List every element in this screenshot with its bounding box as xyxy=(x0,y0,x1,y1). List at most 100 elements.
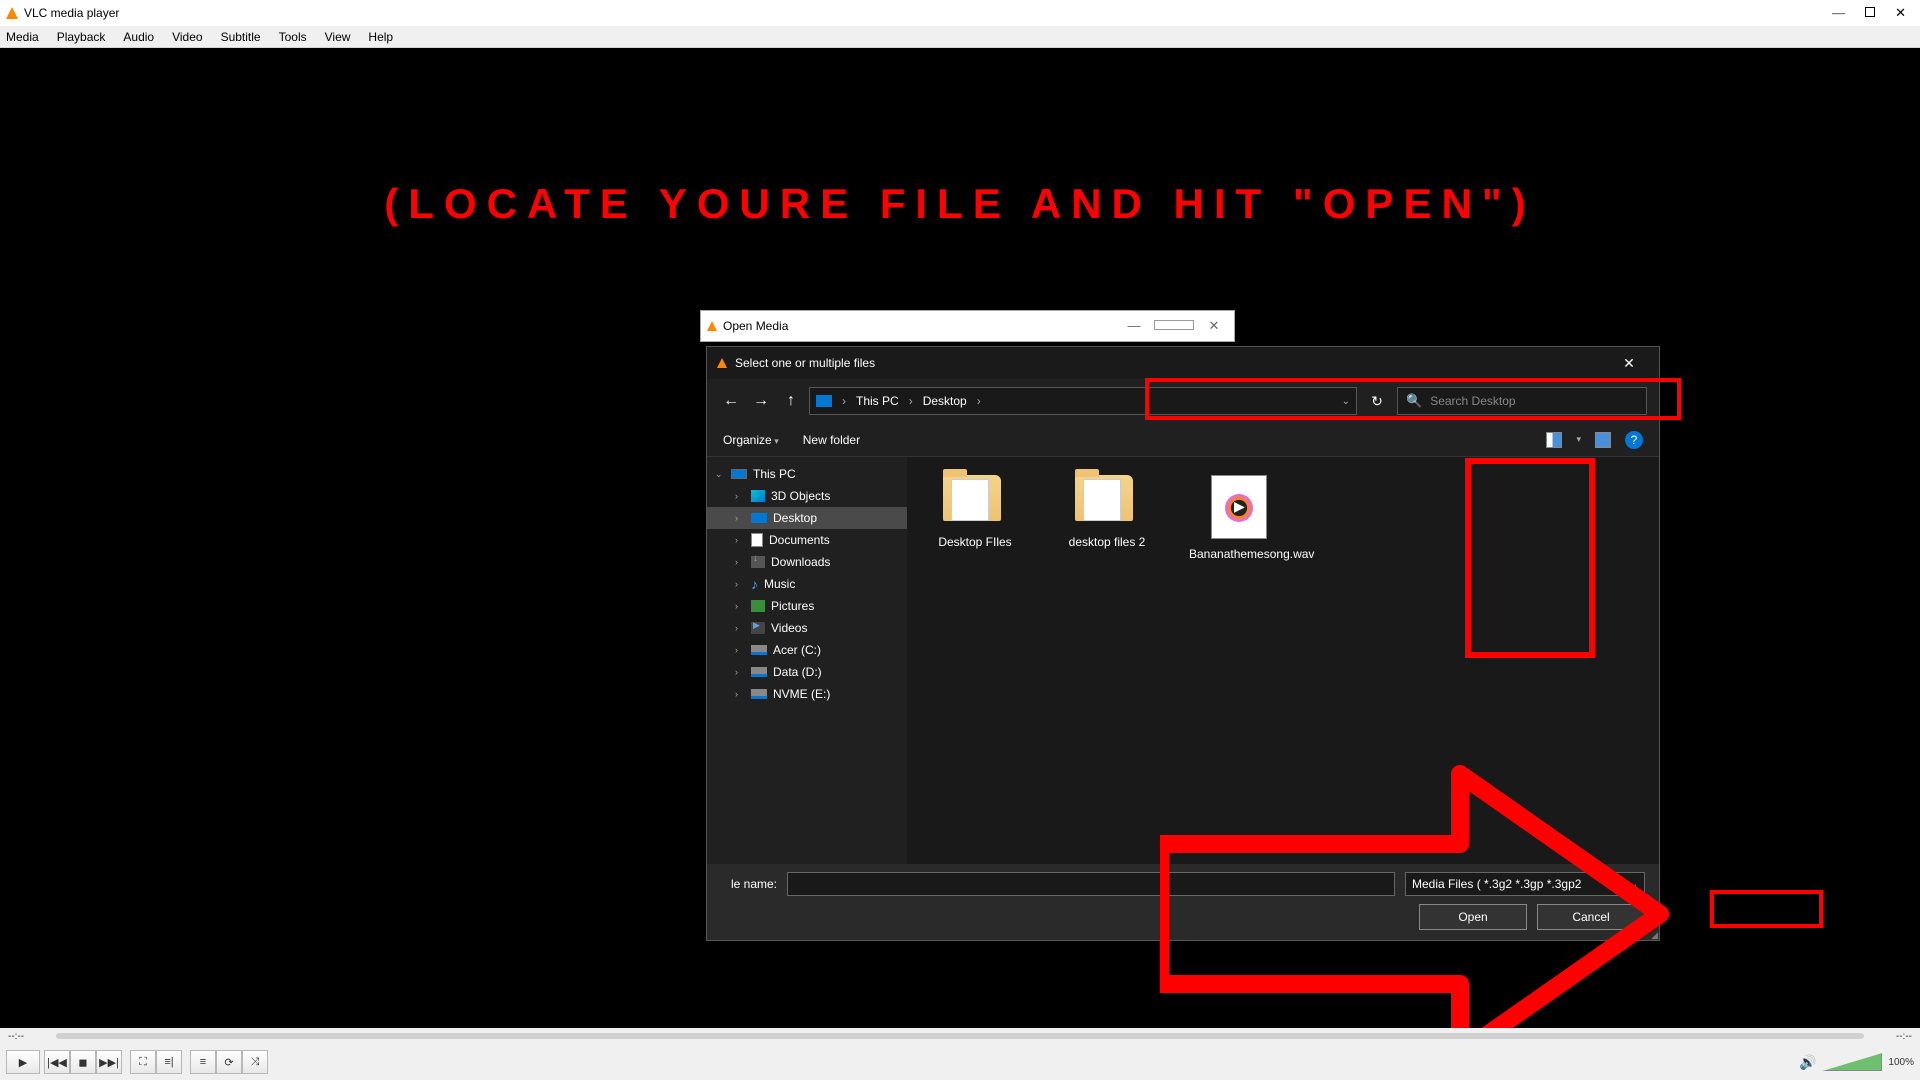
cancel-button[interactable]: Cancel xyxy=(1537,904,1645,930)
folder-icon xyxy=(943,475,1001,521)
file-label: desktop files 2 xyxy=(1057,535,1157,550)
filename-label: le name: xyxy=(721,877,777,891)
file-item-folder[interactable]: desktop files 2 xyxy=(1057,475,1157,550)
close-button[interactable]: ✕ xyxy=(1895,5,1906,21)
tree-drive-d[interactable]: › Data (D:) xyxy=(707,661,907,683)
tree-label: This PC xyxy=(753,467,796,481)
chevron-right-icon[interactable]: › xyxy=(735,579,745,589)
file-grid: Desktop FIles desktop files 2 Bananathem… xyxy=(907,457,1659,864)
menu-view[interactable]: View xyxy=(325,30,351,44)
play-button[interactable]: ▶ xyxy=(6,1050,40,1074)
tree-3d-objects[interactable]: › 3D Objects xyxy=(707,485,907,507)
tree-label: Desktop xyxy=(773,511,817,525)
open-button[interactable]: Open xyxy=(1419,904,1527,930)
speaker-icon[interactable]: 🔊 xyxy=(1799,1054,1816,1071)
file-label: Desktop FIles xyxy=(925,535,1025,550)
file-item-media[interactable]: Bananathemesong.wav xyxy=(1189,475,1289,562)
chevron-right-icon[interactable]: › xyxy=(735,557,745,567)
file-item-folder[interactable]: Desktop FIles xyxy=(925,475,1025,550)
chevron-right-icon: › xyxy=(977,394,981,408)
organize-button[interactable]: Organize xyxy=(723,433,779,447)
vlc-cone-icon xyxy=(707,321,717,331)
menu-subtitle[interactable]: Subtitle xyxy=(221,30,261,44)
tree-drive-e[interactable]: › NVME (E:) xyxy=(707,683,907,705)
menu-tools[interactable]: Tools xyxy=(279,30,307,44)
stop-button[interactable]: ◼ xyxy=(70,1050,96,1074)
tree-label: Videos xyxy=(771,621,807,635)
file-picker-title: Select one or multiple files xyxy=(735,356,1609,370)
this-pc-icon xyxy=(816,395,832,407)
tree-pictures[interactable]: › Pictures xyxy=(707,595,907,617)
menu-playback[interactable]: Playback xyxy=(57,30,106,44)
file-picker-footer: le name: Media Files ( *.3g2 *.3gp *.3gp… xyxy=(707,864,1659,940)
om-maximize-button[interactable] xyxy=(1154,318,1194,334)
new-folder-button[interactable]: New folder xyxy=(803,433,860,447)
preview-pane-button[interactable] xyxy=(1595,432,1611,448)
next-button[interactable]: ▶▶| xyxy=(96,1050,122,1074)
folder-tree: ⌄ This PC › 3D Objects › Desktop › Docum… xyxy=(707,457,907,864)
nav-forward-button[interactable]: → xyxy=(749,392,773,410)
time-total: --:-- xyxy=(1872,1031,1912,1042)
file-type-filter[interactable]: Media Files ( *.3g2 *.3gp *.3gp2 ⌄ xyxy=(1405,872,1645,896)
drive-icon xyxy=(751,667,767,677)
menu-video[interactable]: Video xyxy=(172,30,202,44)
loop-button[interactable]: ⟳ xyxy=(216,1050,242,1074)
tree-drive-c[interactable]: › Acer (C:) xyxy=(707,639,907,661)
tree-documents[interactable]: › Documents xyxy=(707,529,907,551)
prev-button[interactable]: |◀◀ xyxy=(44,1050,70,1074)
menu-audio[interactable]: Audio xyxy=(123,30,154,44)
seek-track[interactable] xyxy=(56,1033,1864,1039)
time-elapsed: --:-- xyxy=(8,1031,48,1042)
nav-up-button[interactable]: ↑ xyxy=(779,392,803,410)
nav-back-button[interactable]: ← xyxy=(719,392,743,410)
tree-music[interactable]: › ♪ Music xyxy=(707,573,907,595)
chevron-right-icon[interactable]: › xyxy=(735,535,745,545)
open-media-title: Open Media xyxy=(723,319,1114,333)
tree-this-pc[interactable]: ⌄ This PC xyxy=(707,463,907,485)
breadcrumb-bar[interactable]: › This PC › Desktop › ⌄ xyxy=(809,387,1357,415)
filename-input[interactable] xyxy=(787,872,1395,896)
tree-label: Documents xyxy=(769,533,830,547)
chevron-right-icon[interactable]: › xyxy=(735,513,745,523)
file-picker-close-button[interactable]: ✕ xyxy=(1609,355,1649,372)
vlc-cone-icon xyxy=(6,7,18,19)
app-title: VLC media player xyxy=(24,6,1914,20)
tree-label: Music xyxy=(764,577,795,591)
tree-desktop[interactable]: › Desktop xyxy=(707,507,907,529)
chevron-right-icon[interactable]: › xyxy=(735,689,745,699)
om-minimize-button[interactable]: — xyxy=(1114,318,1154,334)
playlist-button[interactable]: ≡ xyxy=(190,1050,216,1074)
desktop-icon xyxy=(751,513,767,523)
resize-grip-icon[interactable]: ◢ xyxy=(1651,933,1657,938)
refresh-button[interactable]: ↻ xyxy=(1363,393,1391,410)
help-button[interactable]: ? xyxy=(1625,431,1643,449)
maximize-button[interactable] xyxy=(1865,5,1875,21)
search-box[interactable]: 🔍 Search Desktop xyxy=(1397,387,1647,415)
drive-icon xyxy=(751,689,767,699)
random-button[interactable]: ⤨ xyxy=(242,1050,268,1074)
volume-slider[interactable] xyxy=(1822,1053,1882,1071)
fullscreen-button[interactable]: ⛶ xyxy=(130,1050,156,1074)
menu-help[interactable]: Help xyxy=(368,30,393,44)
open-media-window: Open Media — ✕ xyxy=(700,310,1235,342)
chevron-right-icon[interactable]: › xyxy=(735,491,745,501)
chevron-right-icon: › xyxy=(909,394,913,408)
breadcrumb-this-pc[interactable]: This PC xyxy=(856,394,899,408)
extended-settings-button[interactable]: ≡| xyxy=(156,1050,182,1074)
om-close-button[interactable]: ✕ xyxy=(1194,318,1234,334)
chevron-right-icon[interactable]: › xyxy=(735,667,745,677)
chevron-right-icon[interactable]: › xyxy=(735,623,745,633)
tree-downloads[interactable]: › Downloads xyxy=(707,551,907,573)
breadcrumb-dropdown-icon[interactable]: ⌄ xyxy=(1342,396,1350,407)
chevron-down-icon[interactable]: ⌄ xyxy=(715,469,725,480)
minimize-button[interactable]: — xyxy=(1832,5,1845,21)
tree-videos[interactable]: › Videos xyxy=(707,617,907,639)
chevron-down-icon[interactable]: ▾ xyxy=(1576,434,1581,445)
file-picker-toolbar: Organize New folder ▾ ? xyxy=(707,423,1659,457)
menu-media[interactable]: Media xyxy=(6,30,39,44)
view-layout-button[interactable] xyxy=(1546,432,1562,448)
chevron-right-icon[interactable]: › xyxy=(735,645,745,655)
chevron-right-icon[interactable]: › xyxy=(735,601,745,611)
breadcrumb-desktop[interactable]: Desktop xyxy=(923,394,967,408)
this-pc-icon xyxy=(731,469,747,479)
